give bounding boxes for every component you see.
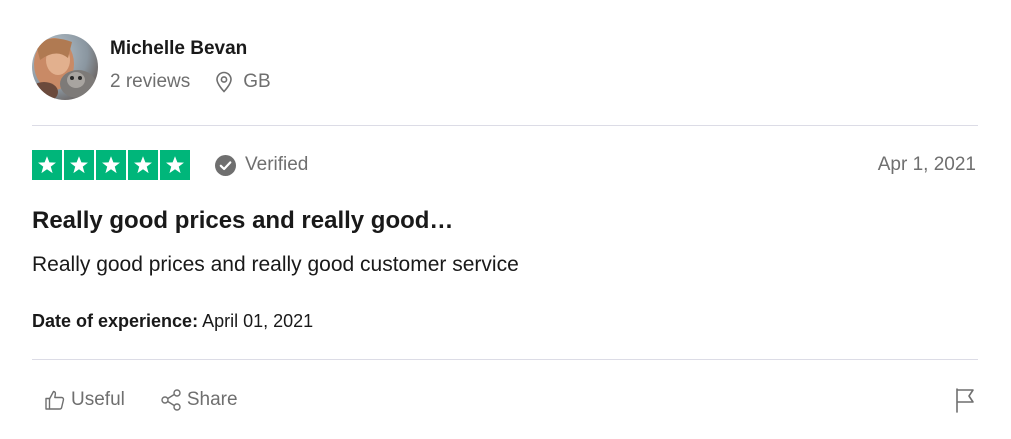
reviewer-country: GB — [243, 70, 271, 92]
star-rating — [32, 150, 190, 180]
verified-badge[interactable]: Verified — [215, 154, 308, 176]
map-pin-icon — [214, 71, 234, 93]
review-actions: Useful Share — [32, 384, 978, 416]
review-title[interactable]: Really good prices and really good… — [32, 205, 453, 237]
flag-icon[interactable] — [953, 386, 977, 414]
review-body: Really good prices and really good custo… — [32, 253, 519, 276]
share-button[interactable]: Share — [159, 388, 238, 412]
verified-label: Verified — [245, 154, 309, 175]
check-circle-icon — [215, 154, 236, 176]
thumbs-up-icon — [43, 388, 67, 412]
useful-label: Useful — [71, 389, 125, 410]
share-icon — [159, 388, 183, 412]
rating-row: Verified Apr 1, 2021 — [32, 150, 978, 180]
divider — [32, 125, 978, 126]
share-label: Share — [186, 389, 238, 410]
date-of-experience: Date of experience: April 01, 2021 — [32, 309, 313, 333]
experience-label: Date of experience: — [32, 311, 199, 331]
review-date: Apr 1, 2021 — [877, 154, 976, 175]
star-icon — [160, 150, 190, 180]
star-icon — [96, 150, 126, 180]
useful-button[interactable]: Useful — [43, 388, 125, 412]
reviewer-header[interactable]: Michelle Bevan 2 reviews GB — [32, 33, 271, 101]
review-card: Michelle Bevan 2 reviews GB Verified Apr… — [32, 0, 978, 439]
experience-date: April 01, 2021 — [202, 311, 314, 331]
avatar[interactable] — [32, 34, 98, 100]
reviewer-name[interactable]: Michelle Bevan — [110, 37, 271, 61]
star-icon — [128, 150, 158, 180]
star-icon — [32, 150, 62, 180]
divider — [32, 359, 978, 360]
star-icon — [64, 150, 94, 180]
reviews-count: 2 reviews — [110, 70, 191, 92]
